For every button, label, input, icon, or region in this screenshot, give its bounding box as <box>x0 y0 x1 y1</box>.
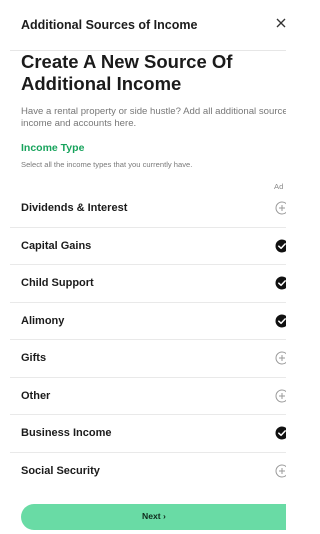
add-circle-icon[interactable] <box>275 464 286 478</box>
check-circle-icon[interactable] <box>275 276 286 290</box>
income-type-label: Capital Gains <box>21 239 92 252</box>
add-circle-icon[interactable] <box>275 351 286 365</box>
income-type-row[interactable]: Alimony <box>10 303 286 340</box>
add-circle-icon[interactable] <box>275 201 286 215</box>
next-button[interactable]: Next › <box>21 504 286 530</box>
dialog-header: Additional Sources of Income <box>10 0 286 51</box>
income-type-row[interactable]: Other <box>10 378 286 415</box>
income-type-label: Income Type <box>21 142 85 154</box>
income-type-label: Gifts <box>21 352 47 364</box>
income-type-row[interactable]: Capital Gains <box>10 228 286 265</box>
income-type-help: Select all the income types that you cur… <box>21 160 193 169</box>
dialog-title: Additional Sources of Income <box>21 18 198 32</box>
income-type-row[interactable]: Business Income <box>10 415 286 453</box>
income-type-label: Alimony <box>21 314 65 327</box>
add-circle-icon[interactable] <box>275 389 286 403</box>
next-button-label: Next › <box>142 511 166 521</box>
income-type-label: Child Support <box>21 277 94 289</box>
income-type-row[interactable]: Child Support <box>10 265 286 303</box>
page-description: Have a rental property or side hustle? A… <box>21 106 286 129</box>
check-circle-icon[interactable] <box>275 426 286 440</box>
income-type-label: Business Income <box>21 427 112 439</box>
page-title: Create A New Source Of Additional Income <box>21 51 233 94</box>
income-type-list: Dividends & Interest Capital Gains Child S… <box>10 190 286 489</box>
income-type-row[interactable]: Gifts <box>10 340 286 378</box>
check-circle-icon[interactable] <box>275 314 286 328</box>
income-dialog: Additional Sources of Income Create A Ne… <box>10 0 286 534</box>
income-type-label: Other <box>21 389 51 402</box>
income-type-label: Dividends & Interest <box>21 202 128 214</box>
income-type-row[interactable]: Dividends & Interest <box>10 190 286 228</box>
check-circle-icon[interactable] <box>275 239 286 253</box>
income-type-label: Social Security <box>21 464 100 477</box>
income-type-row[interactable]: Social Security <box>10 453 286 490</box>
close-icon <box>276 18 286 28</box>
close-button[interactable] <box>276 14 286 32</box>
